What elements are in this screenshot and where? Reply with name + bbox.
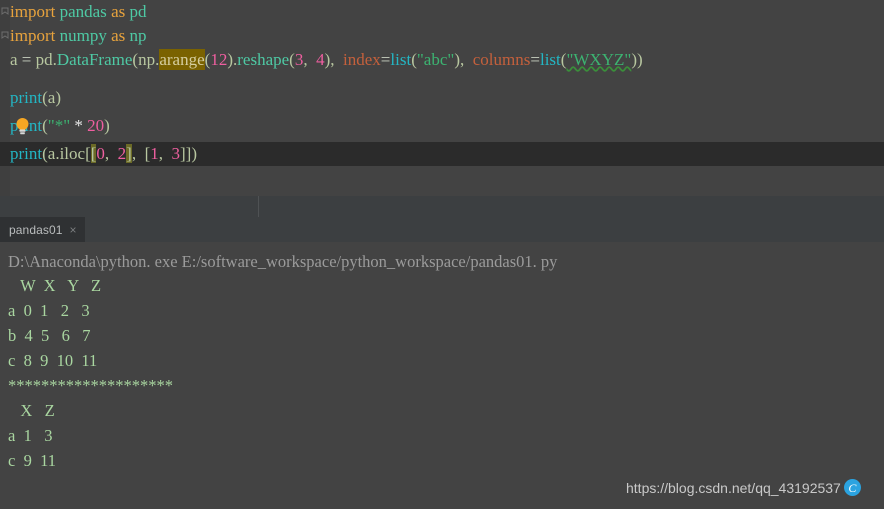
out-separator: ******************** (8, 376, 173, 395)
out-header-2: X Z (8, 401, 55, 420)
editor-console-divider (0, 196, 884, 218)
out-header-1: W X Y Z (8, 276, 102, 295)
console-tab-bar: pandas01 × (0, 217, 884, 242)
csdn-badge-icon: C (843, 479, 861, 496)
watermark: https://blog.csdn.net/qq_43192537 C (626, 479, 861, 496)
code-line-3[interactable]: a = pd.DataFrame(np.arange(12).reshape(3… (0, 48, 884, 72)
console-command-line: D:\Anaconda\python. exe E:/software_work… (8, 252, 558, 271)
code-line-6[interactable]: print(a.iloc[[0, 2], [1, 3]]) (0, 142, 884, 166)
lightbulb-icon[interactable] (15, 117, 30, 136)
code-line-2[interactable]: import numpy as np (0, 24, 884, 48)
strip-divider-line (258, 196, 259, 217)
out-row-b: b 4 5 6 7 (8, 326, 91, 345)
out-row-c: c 8 9 10 11 (8, 351, 98, 370)
code-line-1[interactable]: import pandas as pd (0, 0, 884, 24)
out-row2-a: a 1 3 (8, 426, 53, 445)
code-line-5[interactable]: print("*" * 20) (0, 114, 884, 138)
tab-pandas01[interactable]: pandas01 × (0, 217, 85, 242)
out-row-a: a 0 1 2 3 (8, 301, 90, 320)
code-line-4[interactable]: print(a) (0, 86, 884, 110)
code-editor[interactable]: import pandas as pd import numpy as np a… (0, 0, 884, 196)
console-output[interactable]: D:\Anaconda\python. exe E:/software_work… (0, 242, 884, 509)
tab-label: pandas01 (9, 222, 63, 237)
out-row2-c: c 9 11 (8, 451, 56, 470)
close-icon[interactable]: × (70, 224, 77, 236)
watermark-url: https://blog.csdn.net/qq_43192537 (626, 479, 841, 496)
